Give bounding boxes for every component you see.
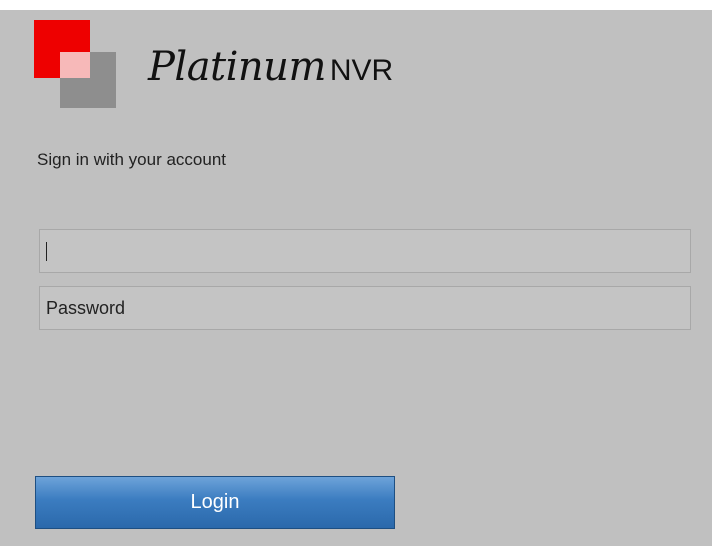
- logo-pink-overlap: [60, 52, 90, 78]
- password-input[interactable]: [39, 286, 691, 330]
- username-input[interactable]: [39, 229, 691, 273]
- login-button[interactable]: Login: [35, 476, 395, 529]
- signin-instruction: Sign in with your account: [37, 150, 226, 169]
- platinum-logo-icon: [34, 20, 116, 108]
- text-cursor: [46, 242, 47, 261]
- brand-title: Platinum NVR: [148, 44, 393, 104]
- brand-product-name: NVR: [329, 54, 394, 87]
- login-panel: Platinum NVR Sign in with your account Lo…: [0, 0, 712, 546]
- brand-script-name: Platinum: [148, 44, 326, 90]
